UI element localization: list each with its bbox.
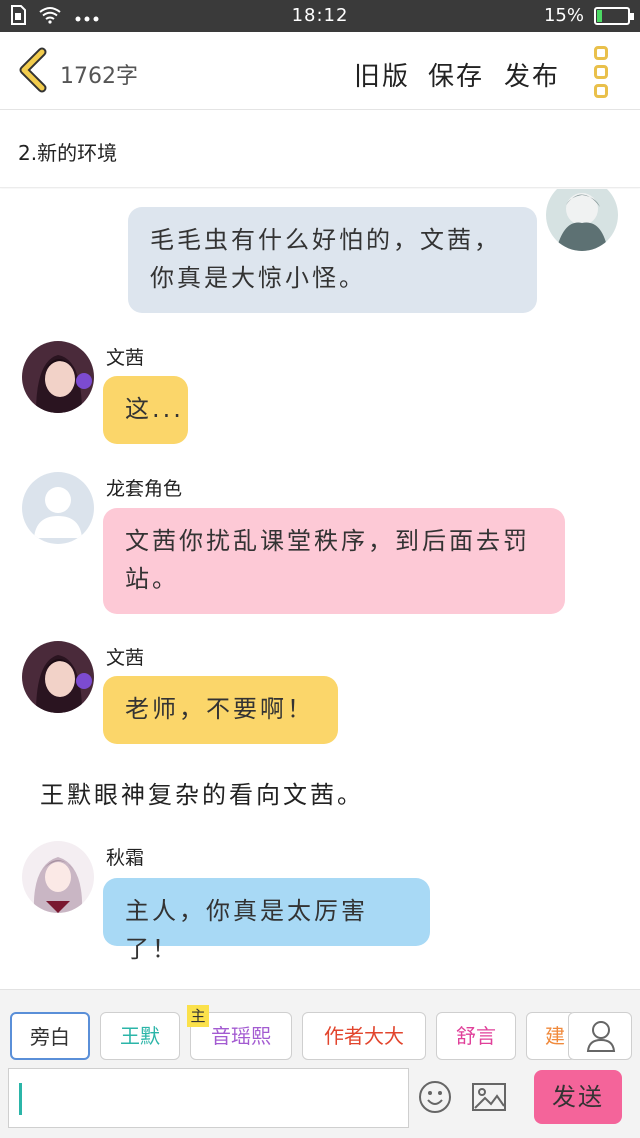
message-input[interactable] xyxy=(8,1068,409,1128)
send-button[interactable]: 发送 xyxy=(534,1070,622,1124)
speaker-name: 文茜 xyxy=(106,647,145,669)
person-icon xyxy=(586,1021,616,1052)
message-bubble[interactable]: 毛毛虫有什么好怕的，文茜，你真是大惊小怪。 xyxy=(128,207,537,313)
character-chip-narrator[interactable]: 旁白 xyxy=(10,1012,90,1060)
menu-icon[interactable] xyxy=(594,46,616,98)
message-bubble[interactable]: 这... xyxy=(103,376,188,444)
back-button[interactable] xyxy=(14,46,54,94)
message-bubble[interactable]: 文茜你扰乱课堂秩序，到后面去罚站。 xyxy=(103,508,565,614)
text-caret xyxy=(19,1083,22,1115)
chapter-title[interactable]: 2.新的环境 xyxy=(18,137,117,166)
smiley-icon xyxy=(419,1081,451,1113)
image-button[interactable] xyxy=(471,1082,507,1112)
narration-text[interactable]: 王默眼神复杂的看向文茜。 xyxy=(40,775,364,810)
chevron-left-icon xyxy=(19,47,47,93)
avatar[interactable] xyxy=(546,189,618,251)
status-bar: 18:12 15% xyxy=(0,0,640,32)
character-selector: 旁白 王默 主音瑶熙 作者大大 舒言 建 xyxy=(0,1005,640,1060)
speaker-name: 龙套角色 xyxy=(106,478,183,500)
chat-area[interactable]: 毛毛虫有什么好怕的，文茜，你真是大惊小怪。 文茜 这... 龙套角色 文茜你扰乱… xyxy=(0,189,640,989)
speaker-name: 秋霜 xyxy=(106,847,145,869)
save-button[interactable]: 保存 xyxy=(428,56,484,93)
composer: 旁白 王默 主音瑶熙 作者大大 舒言 建 发送 xyxy=(0,989,640,1138)
character-chip[interactable]: 作者大大 xyxy=(302,1012,426,1060)
emoji-button[interactable] xyxy=(418,1080,452,1114)
battery-percent: 15% xyxy=(543,5,584,26)
word-count: 1762字 xyxy=(60,64,138,89)
message-bubble[interactable]: 主人，你真是太厉害了！ xyxy=(103,878,430,963)
avatar[interactable] xyxy=(22,641,94,713)
battery-icon xyxy=(594,6,634,25)
avatar[interactable] xyxy=(22,341,94,413)
editor-header: 1762字 旧版 保存 发布 xyxy=(0,32,640,110)
old-version-button[interactable]: 旧版 xyxy=(354,56,410,93)
message-bubble[interactable]: 老师，不要啊！ xyxy=(103,676,338,744)
character-chip[interactable]: 舒言 xyxy=(436,1012,516,1060)
character-chip[interactable]: 王默 xyxy=(100,1012,180,1060)
character-manage-button[interactable] xyxy=(568,1012,632,1060)
image-icon xyxy=(472,1083,506,1111)
avatar[interactable] xyxy=(22,841,94,913)
speaker-name: 文茜 xyxy=(106,347,145,369)
character-chip[interactable]: 主音瑶熙 xyxy=(187,1005,292,1060)
publish-button[interactable]: 发布 xyxy=(504,56,560,93)
avatar[interactable] xyxy=(22,472,94,544)
main-character-badge: 主 xyxy=(187,1005,209,1027)
chapter-header: 2.新的环境 xyxy=(0,110,640,188)
